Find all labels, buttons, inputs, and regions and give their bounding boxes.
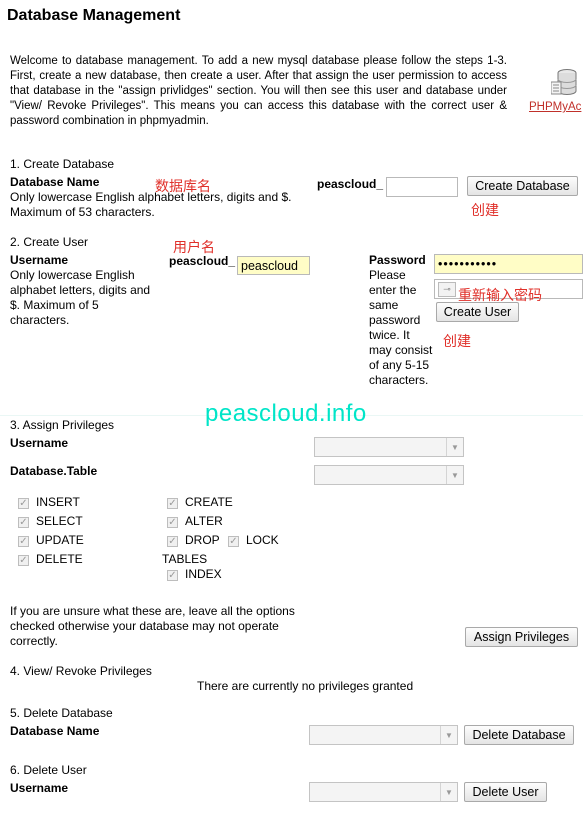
delete-database-button[interactable]: Delete Database	[464, 725, 574, 745]
database-table-label: Database.Table	[10, 464, 98, 478]
username-label: Username	[10, 253, 69, 267]
checkbox-insert[interactable]: ✓	[18, 498, 29, 509]
delete-user-button[interactable]: Delete User	[464, 782, 547, 802]
annotation-create-db: 创建	[471, 202, 499, 218]
privileges-note: If you are unsure what these are, leave …	[10, 604, 295, 648]
username-hint: Only lowercase English alphabet letters,…	[10, 268, 151, 327]
assign-username-select[interactable]: ▼	[314, 437, 464, 457]
create-user-heading: 2. Create User	[10, 235, 89, 249]
delete-database-select[interactable]: ▼	[309, 725, 458, 745]
key-icon: ⊸	[438, 282, 456, 297]
checkbox-select[interactable]: ✓	[18, 517, 29, 528]
delete-database-name-label: Database Name	[10, 724, 100, 738]
checkbox-lock-tables[interactable]: ✓	[228, 536, 239, 547]
intro-text: Welcome to database management. To add a…	[10, 55, 507, 127]
password-label: Password	[369, 253, 426, 267]
annotation-database-name: 数据库名	[155, 178, 211, 194]
checkbox-create[interactable]: ✓	[167, 498, 178, 509]
label-select: SELECT	[36, 514, 83, 528]
password-input[interactable]	[434, 254, 583, 274]
create-user-button[interactable]: Create User	[436, 302, 519, 322]
delete-user-heading: 6. Delete User	[10, 763, 87, 777]
assign-privileges-button[interactable]: Assign Privileges	[465, 627, 578, 647]
chevron-down-icon: ▼	[440, 726, 457, 744]
annotation-create-user: 创建	[443, 333, 471, 349]
checkbox-alter[interactable]: ✓	[167, 517, 178, 528]
checkbox-delete[interactable]: ✓	[18, 555, 29, 566]
delete-username-label: Username	[10, 781, 69, 795]
label-index: INDEX	[185, 567, 222, 581]
watermark: peascloud.info	[205, 400, 367, 427]
database-prefix: peascloud_	[317, 177, 384, 191]
chevron-down-icon: ▼	[440, 783, 457, 801]
page-title: Database Management	[7, 7, 181, 24]
label-lock: LOCK	[246, 533, 279, 547]
delete-database-heading: 5. Delete Database	[10, 706, 113, 720]
database-icon[interactable]	[550, 68, 579, 98]
checkbox-update[interactable]: ✓	[18, 536, 29, 547]
label-create: CREATE	[185, 495, 233, 509]
checkbox-drop[interactable]: ✓	[167, 536, 178, 547]
label-drop: DROP	[185, 533, 220, 547]
assign-privileges-heading: 3. Assign Privileges	[10, 418, 115, 432]
username-prefix: peascloud_	[169, 254, 236, 268]
checkbox-index[interactable]: ✓	[167, 570, 178, 581]
database-table-select[interactable]: ▼	[314, 465, 464, 485]
create-database-button[interactable]: Create Database	[467, 176, 578, 196]
label-delete: DELETE	[36, 552, 83, 566]
label-update: UPDATE	[36, 533, 84, 547]
delete-user-select[interactable]: ▼	[309, 782, 458, 802]
chevron-down-icon: ▼	[446, 438, 463, 456]
assign-username-label: Username	[10, 436, 69, 450]
password-hint: Please enter the same password twice. It…	[369, 268, 433, 387]
create-database-heading: 1. Create Database	[10, 157, 115, 171]
database-name-input[interactable]	[386, 177, 458, 197]
chevron-down-icon: ▼	[446, 466, 463, 484]
label-tables: TABLES	[162, 552, 208, 566]
label-alter: ALTER	[185, 514, 223, 528]
no-privileges-text: There are currently no privileges grante…	[197, 679, 414, 693]
phpmyadmin-link[interactable]: PHPMyAc	[529, 101, 581, 113]
view-revoke-heading: 4. View/ Revoke Privileges	[10, 664, 152, 678]
username-input[interactable]	[237, 256, 310, 275]
label-insert: INSERT	[36, 495, 80, 509]
database-name-label: Database Name	[10, 175, 100, 189]
